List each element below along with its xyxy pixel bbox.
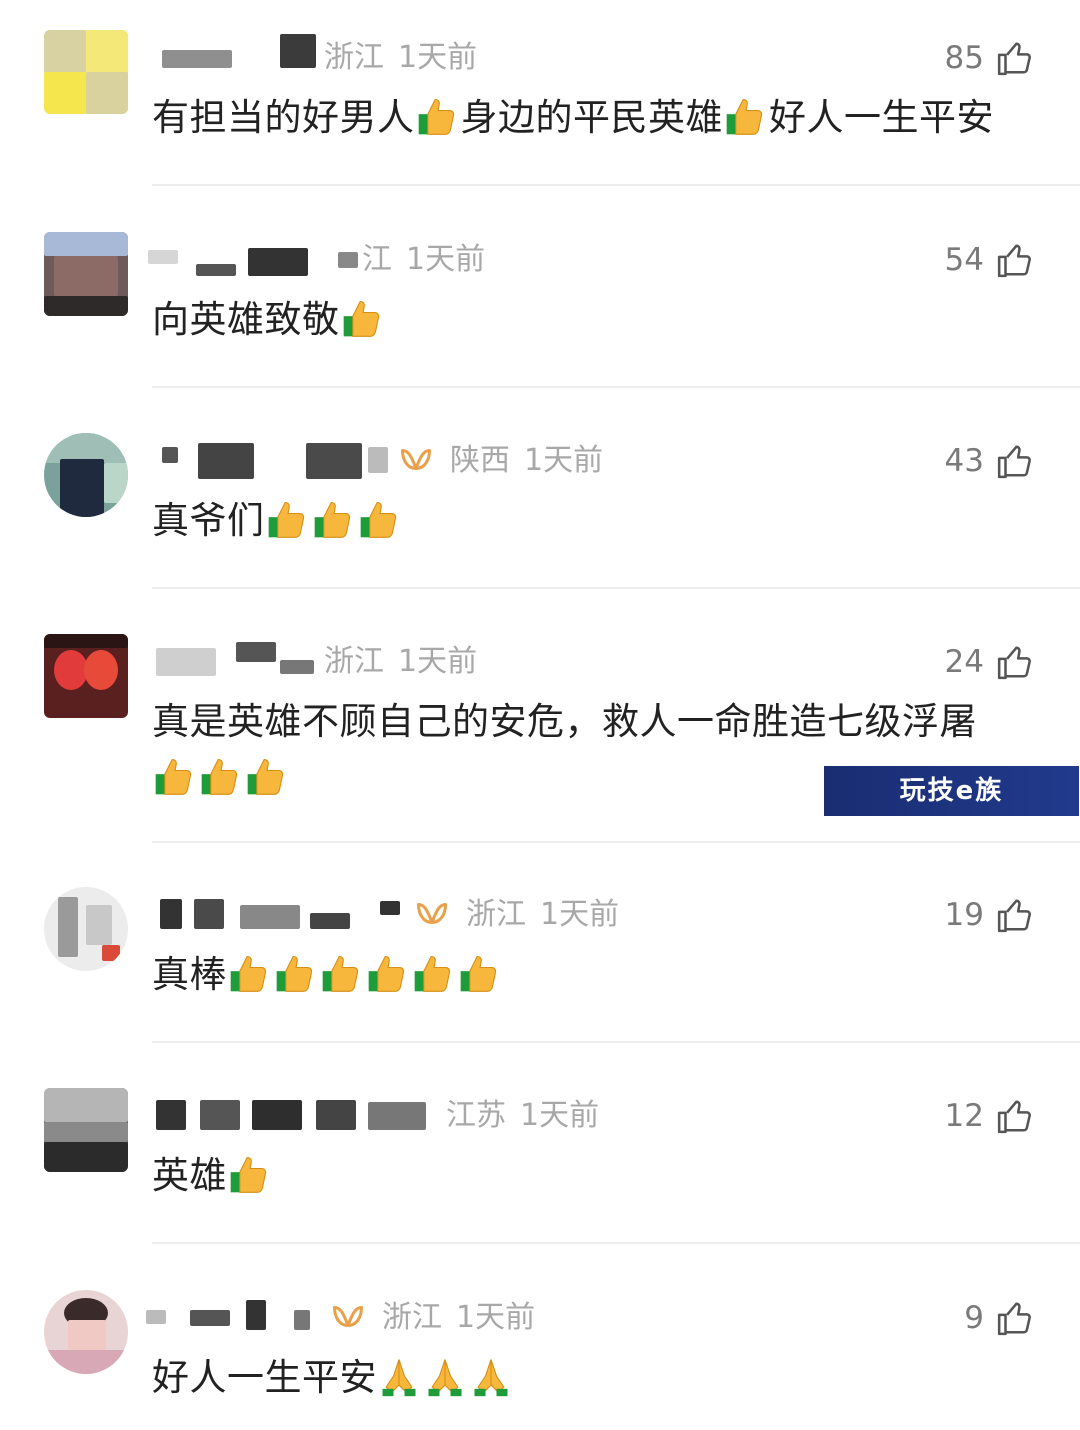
- like-button[interactable]: 12: [945, 1088, 1034, 1144]
- like-button[interactable]: 43: [945, 433, 1034, 489]
- thumbs-up-emoji-icon: [360, 501, 396, 538]
- comment-meta: 江苏 1天前: [446, 1088, 599, 1144]
- comment-text: 真爷们: [152, 493, 1042, 549]
- thumbs-up-outline-icon: [997, 899, 1031, 933]
- thumbs-up-emoji-icon: [314, 501, 350, 538]
- thumbs-up-emoji-icon: [230, 1156, 267, 1193]
- comment-item: 江 1天前 54 向英雄致敬: [0, 232, 1080, 392]
- like-button[interactable]: 19: [945, 887, 1034, 943]
- avatar[interactable]: [44, 887, 128, 971]
- avatar[interactable]: [44, 30, 128, 114]
- comment-item: 浙江 1天前 85 有担当的好男人 身边的平民英雄 好人一生平安: [0, 30, 1080, 190]
- location: 浙江: [466, 897, 526, 932]
- thumbs-up-outline-icon: [997, 1302, 1031, 1336]
- location: 浙江: [324, 644, 384, 679]
- avatar[interactable]: [44, 433, 128, 517]
- comment-text: 真棒: [152, 947, 1042, 1003]
- thumbs-up-outline-icon: [997, 445, 1031, 479]
- comment-text: 有担当的好男人 身边的平民英雄 好人一生平安: [152, 96, 994, 139]
- location: 浙江: [324, 40, 384, 75]
- avatar[interactable]: [44, 634, 128, 718]
- thumbs-up-emoji-icon: [343, 300, 379, 337]
- comment-meta: 陕西 1天前: [450, 433, 603, 489]
- timestamp: 1天前: [398, 644, 478, 679]
- thumbs-up-emoji-icon: [230, 955, 267, 992]
- thumbs-up-emoji-icon: [247, 758, 284, 795]
- like-button[interactable]: 85: [945, 30, 1034, 86]
- like-count: 24: [944, 644, 984, 680]
- thumbs-up-emoji-icon: [726, 98, 763, 135]
- comment-item: 浙江 1天前 9 好人一生平安: [0, 1290, 1080, 1430]
- avatar[interactable]: [44, 232, 128, 316]
- folded-hands-emoji-icon: [382, 1359, 416, 1397]
- thumbs-up-outline-icon: [997, 646, 1031, 680]
- comment-meta: 浙江 1天前: [382, 1290, 535, 1346]
- thumbs-up-emoji-icon: [368, 955, 405, 992]
- thumbs-up-emoji-icon: [414, 955, 451, 992]
- like-button[interactable]: 54: [945, 232, 1034, 288]
- location: 浙江: [382, 1300, 442, 1335]
- timestamp: 1天前: [524, 443, 604, 478]
- comment-list: 浙江 1天前 85 有担当的好男人 身边的平民英雄 好人一生平安 江 1天前 5…: [0, 0, 1080, 1430]
- thumbs-up-outline-icon: [997, 1100, 1031, 1134]
- like-count: 12: [944, 1098, 984, 1134]
- comment-text: 英雄: [152, 1148, 1042, 1204]
- divider: [152, 587, 1080, 589]
- thumbs-up-emoji-icon: [460, 955, 497, 992]
- username-masked[interactable]: [156, 1088, 436, 1144]
- comment-meta: 浙江 1天前: [324, 634, 477, 690]
- vip-badge-icon: [417, 903, 447, 924]
- timestamp: 1天前: [540, 897, 620, 932]
- comment-item: 江苏 1天前 12 英雄: [0, 1088, 1080, 1248]
- thumbs-up-emoji-icon: [418, 98, 454, 135]
- thumbs-up-emoji-icon: [276, 955, 313, 992]
- thumbs-up-outline-icon: [997, 42, 1031, 76]
- comment-text: 好人一生平安: [152, 1350, 1042, 1406]
- timestamp: 1天前: [398, 40, 478, 75]
- username-masked[interactable]: [160, 887, 410, 943]
- username-masked[interactable]: [156, 634, 326, 690]
- divider: [152, 1041, 1080, 1043]
- divider: [152, 1242, 1080, 1244]
- comment-item: 浙江 1天前 19 真棒: [0, 887, 1080, 1047]
- folded-hands-emoji-icon: [474, 1359, 508, 1397]
- location: 江: [362, 242, 392, 277]
- divider: [152, 841, 1080, 843]
- comment-meta: 浙江 1天前: [324, 30, 477, 86]
- comment-meta: 江 1天前: [362, 232, 485, 288]
- comment-meta: 浙江 1天前: [466, 887, 619, 943]
- timestamp: 1天前: [520, 1098, 600, 1133]
- like-button[interactable]: 24: [945, 634, 1034, 690]
- thumbs-up-outline-icon: [997, 244, 1031, 278]
- timestamp: 1天前: [456, 1300, 536, 1335]
- username-masked[interactable]: [162, 30, 322, 86]
- like-button[interactable]: 9: [964, 1290, 1034, 1346]
- watermark: 玩技e族: [824, 766, 1079, 816]
- folded-hands-emoji-icon: [428, 1359, 462, 1397]
- vip-badge-icon: [401, 449, 431, 470]
- like-count: 9: [964, 1300, 984, 1336]
- location: 陕西: [450, 443, 510, 478]
- comment-text: 向英雄致敬: [152, 292, 1042, 348]
- thumbs-up-emoji-icon: [155, 758, 192, 795]
- like-count: 54: [944, 242, 984, 278]
- thumbs-up-emoji-icon: [268, 501, 304, 538]
- location: 江苏: [446, 1098, 506, 1133]
- username-masked[interactable]: [148, 232, 358, 288]
- like-count: 43: [944, 443, 984, 479]
- divider: [152, 184, 1080, 186]
- username-masked[interactable]: [162, 433, 392, 489]
- divider: [152, 386, 1080, 388]
- avatar[interactable]: [44, 1290, 128, 1374]
- thumbs-up-emoji-icon: [201, 758, 238, 795]
- like-count: 19: [944, 897, 984, 933]
- vip-badge-icon: [333, 1306, 363, 1327]
- comment-item: 陕西 1天前 43 真爷们: [0, 433, 1080, 593]
- avatar[interactable]: [44, 1088, 128, 1172]
- username-masked[interactable]: [146, 1290, 326, 1346]
- like-count: 85: [944, 40, 984, 76]
- timestamp: 1天前: [406, 242, 486, 277]
- thumbs-up-emoji-icon: [322, 955, 359, 992]
